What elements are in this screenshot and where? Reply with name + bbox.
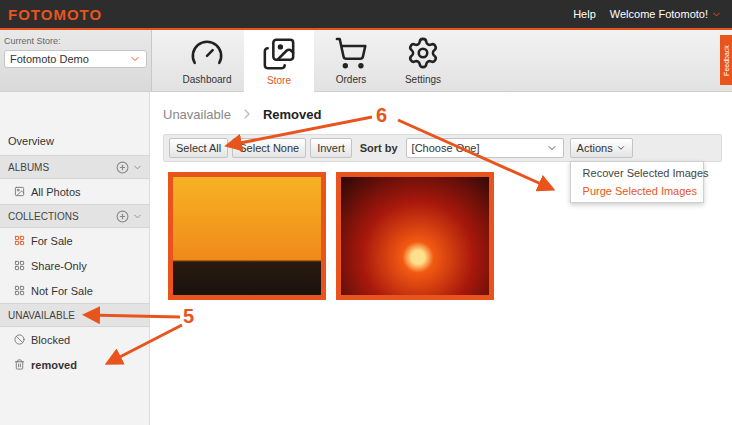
top-link[interactable]: Welcome Fotomoto! [610, 8, 722, 20]
menu-item[interactable]: Recover Selected Images [571, 164, 703, 182]
chevron-down-icon[interactable] [132, 162, 143, 173]
toolbar-button[interactable]: Invert [310, 138, 352, 158]
main-panel: Unavailable Removed Select AllSelect NoneI… [150, 92, 732, 425]
grid-icon [14, 285, 25, 296]
top-links: Help Welcome Fotomoto! [573, 8, 722, 20]
caret-icon [616, 143, 626, 153]
breadcrumb-item[interactable]: Removed [263, 107, 322, 122]
plus-circle-icon[interactable] [116, 210, 129, 223]
toolbar: Select AllSelect NoneInvert Sort by [Choos… [163, 134, 722, 162]
gauge-icon [190, 36, 224, 70]
breadcrumb: Unavailable Removed [163, 104, 722, 124]
gear-icon [406, 36, 440, 70]
sidebar: OverviewALBUMSAll PhotosCOLLECTIONSFor S… [0, 92, 150, 425]
arrow-5-removed-icon [110, 325, 182, 362]
sort-label: Sort by [360, 142, 398, 154]
sidebar-item[interactable]: Not For Sale [0, 278, 149, 303]
chevron-down-icon [129, 53, 141, 65]
app-window: FOTOMOTO Help Welcome Fotomoto! Current Sto… [0, 0, 732, 425]
nav-tab[interactable]: Dashboard [172, 30, 242, 91]
chevron-right-icon [239, 106, 255, 122]
sidebar-item[interactable]: For Sale [0, 228, 149, 253]
arrow-6-purge-icon [398, 120, 550, 188]
sidebar-item[interactable]: Blocked [0, 327, 149, 352]
nav-tab[interactable]: Store [244, 30, 314, 92]
grid-icon [14, 260, 25, 271]
arrow-6-select-all-icon [230, 117, 372, 145]
annotation-number: 5 [183, 305, 194, 328]
menu-item[interactable]: Purge Selected Images [571, 182, 703, 200]
plus-circle-icon[interactable] [116, 161, 129, 174]
store-select[interactable]: Fotomoto Demo [4, 50, 147, 68]
actions-menu: Recover Selected ImagesPurge Selected Im… [570, 161, 704, 203]
sidebar-item[interactable]: Overview [0, 128, 149, 153]
top-link[interactable]: Help [573, 8, 596, 20]
sidebar-item[interactable]: All Photos [0, 179, 149, 204]
nav-row: Current Store: Fotomoto Demo DashboardStor… [0, 30, 732, 92]
store-label: Current Store: [4, 36, 147, 46]
chevron-down-icon [711, 9, 722, 20]
feedback-tab[interactable]: Feedback [720, 35, 732, 85]
photo-thumbnail[interactable] [168, 172, 326, 300]
photo-thumbnail[interactable] [336, 172, 494, 300]
sort-select[interactable]: [Choose One] [406, 138, 564, 158]
image-icon [14, 186, 25, 197]
sidebar-header[interactable]: COLLECTIONS [0, 204, 149, 228]
breadcrumb-item[interactable]: Unavailable [163, 107, 231, 122]
trash-icon [14, 359, 25, 370]
chevron-down-icon[interactable] [132, 211, 143, 222]
sidebar-header[interactable]: UNAVAILABLE [0, 303, 149, 327]
annotation-arrows [0, 0, 732, 425]
body: OverviewALBUMSAll PhotosCOLLECTIONSFor S… [0, 92, 732, 425]
sidebar-header[interactable]: ALBUMS [0, 155, 149, 179]
chevron-down-icon [546, 142, 558, 154]
ban-icon [14, 334, 25, 345]
top-bar: FOTOMOTO Help Welcome Fotomoto! [0, 0, 732, 30]
cart-icon [334, 36, 368, 70]
sidebar-item[interactable]: removed [0, 352, 149, 377]
nav-tabs: DashboardStoreOrdersSettings [172, 30, 458, 91]
pictures-icon [262, 37, 296, 71]
annotation-number: 6 [376, 104, 387, 127]
toolbar-button[interactable]: Select None [232, 138, 306, 158]
sidebar-item[interactable]: Share-Only [0, 253, 149, 278]
arrow-5-unavailable-icon [88, 315, 180, 317]
toolbar-button[interactable]: Select All [169, 138, 228, 158]
nav-tab[interactable]: Orders [316, 30, 386, 91]
logo[interactable]: FOTOMOTO [8, 6, 102, 23]
store-picker: Current Store: Fotomoto Demo [0, 30, 152, 91]
actions-button[interactable]: Actions [570, 138, 633, 158]
grid-icon [14, 235, 25, 246]
nav-tab[interactable]: Settings [388, 30, 458, 91]
